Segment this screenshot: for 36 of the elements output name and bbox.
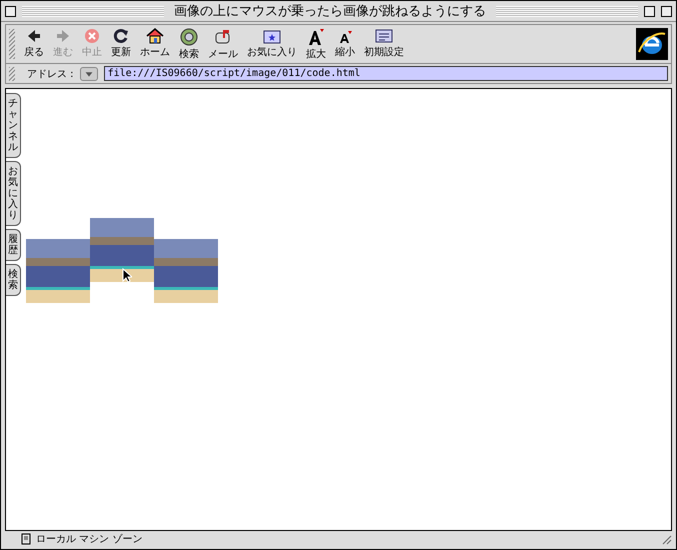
search-button[interactable]: 検索 xyxy=(176,28,202,60)
home-button[interactable]: ホーム xyxy=(137,28,173,60)
refresh-icon xyxy=(113,28,129,44)
right-arrow-icon xyxy=(55,28,71,44)
address-field[interactable]: file:///IS09660/script/image/011/code.html xyxy=(104,66,668,81)
computer-icon xyxy=(21,532,31,544)
cursor-icon xyxy=(122,268,132,283)
sidebar-tab[interactable]: 履歴 xyxy=(6,229,21,261)
mail-button[interactable]: メール xyxy=(205,28,241,60)
smaller-button[interactable]: 縮小 xyxy=(332,28,358,60)
photo-placeholder[interactable] xyxy=(154,239,218,303)
security-zone-label: ローカル マシン ゾーン xyxy=(36,532,142,546)
resize-grip-icon[interactable] xyxy=(660,532,672,544)
zoom-box[interactable] xyxy=(644,6,655,16)
photo-placeholder[interactable] xyxy=(90,218,154,282)
sidebar-tab[interactable]: お気に入り xyxy=(6,161,21,226)
mailbox-icon xyxy=(214,28,232,46)
close-box[interactable] xyxy=(5,6,16,16)
large-letter-icon xyxy=(307,28,325,46)
house-icon xyxy=(146,28,164,44)
photo-placeholder[interactable] xyxy=(26,239,90,303)
larger-button[interactable]: 拡大 xyxy=(303,28,329,60)
sidebar-tab[interactable]: チャンネル xyxy=(6,93,21,158)
dropdown-icon[interactable] xyxy=(80,66,98,80)
prefs-button[interactable]: 初期設定 xyxy=(361,28,407,60)
left-arrow-icon xyxy=(26,28,42,44)
favorites-button[interactable]: お気に入り xyxy=(244,28,300,60)
back-button[interactable]: 戻る xyxy=(21,28,47,60)
window-title: 画像の上にマウスが乗ったら画像が跳ねるようにする xyxy=(173,3,487,20)
stop-icon xyxy=(84,28,100,44)
settings-icon xyxy=(375,28,393,44)
sidebar-tab[interactable]: 検索 xyxy=(6,264,21,296)
refresh-button[interactable]: 更新 xyxy=(108,28,134,60)
address-label: アドレス : xyxy=(27,68,74,80)
search-icon xyxy=(180,28,198,46)
collapse-box[interactable] xyxy=(661,6,672,16)
